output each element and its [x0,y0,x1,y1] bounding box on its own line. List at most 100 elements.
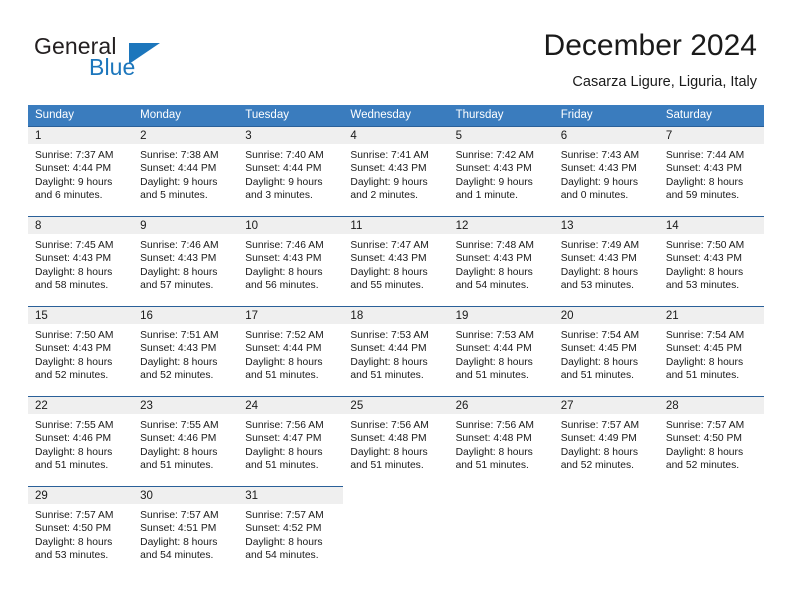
sunrise-text: Sunrise: 7:53 AM [455,330,534,341]
sunrise-text: Sunrise: 7:47 AM [350,240,429,251]
day-cell[interactable]: 7 Sunrise: 7:44 AM Sunset: 4:43 PM Daylight… [658,126,764,216]
day-number-band: 10 [238,216,344,234]
daylight-text-line1: Daylight: 8 hours [455,356,533,368]
daylight-text-line1: Daylight: 8 hours [35,266,113,278]
sunrise-text: Sunrise: 7:51 AM [140,330,219,341]
sunset-text: Sunset: 4:48 PM [455,433,532,445]
day-cell[interactable]: 30 Sunrise: 7:57 AM Sunset: 4:51 PM Dayligh… [133,486,239,576]
day-cell[interactable]: 16 Sunrise: 7:51 AM Sunset: 4:43 PM Dayligh… [133,306,239,396]
day-details: Sunrise: 7:51 AM Sunset: 4:43 PM Daylight:… [133,324,238,382]
sunrise-text: Sunrise: 7:57 AM [560,420,640,431]
daylight-text-line1: Daylight: 9 hours [35,176,113,188]
day-cell[interactable]: 8 Sunrise: 7:45 AM Sunset: 4:43 PM Daylight… [28,216,134,306]
day-details: Sunrise: 7:49 AM Sunset: 4:43 PM Daylight:… [554,234,659,292]
sunset-text: Sunset: 4:43 PM [455,253,532,265]
day-details: Sunrise: 7:57 AM Sunset: 4:51 PM Daylight:… [133,504,238,562]
day-cell[interactable]: 29 Sunrise: 7:57 AM Sunset: 4:50 PM Dayligh… [28,486,134,576]
day-number: 8 [35,220,42,232]
daylight-text-line2: and 51 minutes. [560,369,634,381]
day-cell[interactable]: 22 Sunrise: 7:55 AM Sunset: 4:46 PM Dayligh… [28,396,134,486]
daylight-text-line2: and 54 minutes. [245,549,319,561]
day-cell[interactable]: 9 Sunrise: 7:46 AM Sunset: 4:43 PM Daylight… [133,216,239,306]
day-details: Sunrise: 7:46 AM Sunset: 4:43 PM Daylight:… [133,234,238,292]
day-cell[interactable]: 1 Sunrise: 7:37 AM Sunset: 4:44 PM Daylight… [28,126,134,216]
day-details: Sunrise: 7:47 AM Sunset: 4:43 PM Daylight:… [343,234,448,292]
day-details: Sunrise: 7:53 AM Sunset: 4:44 PM Daylight:… [343,324,448,382]
day-number: 27 [560,400,574,412]
day-cell-empty [554,486,659,576]
daylight-text-line2: and 51 minutes. [35,459,109,471]
daylight-text-line1: Daylight: 8 hours [35,536,113,548]
weekday-tuesday: Tuesday [245,109,289,121]
day-number-band: 8 [28,216,134,234]
day-number: 30 [140,490,153,502]
day-details: Sunrise: 7:57 AM Sunset: 4:50 PM Daylight:… [28,504,133,562]
sunset-text: Sunset: 4:50 PM [665,433,742,445]
day-number-band: 22 [28,396,134,414]
sunset-text: Sunset: 4:43 PM [665,253,742,265]
day-details: Sunrise: 7:52 AM Sunset: 4:44 PM Daylight:… [238,324,343,382]
daylight-text-line2: and 51 minutes. [455,459,529,471]
calendar-grid: Sunday Monday Tuesday Wednesday Thursday… [28,105,764,576]
daylight-text-line1: Daylight: 8 hours [140,446,218,458]
sunrise-text: Sunrise: 7:46 AM [245,240,324,251]
day-number-band: 1 [28,126,134,144]
day-number-band: 6 [553,126,659,144]
daylight-text-line2: and 59 minutes. [665,189,740,201]
day-number-band: 7 [658,126,764,144]
day-number: 7 [665,130,673,142]
day-number-band: 21 [658,306,764,324]
day-cell[interactable]: 11 Sunrise: 7:47 AM Sunset: 4:43 PM Dayligh… [343,216,449,306]
day-cell[interactable]: 3 Sunrise: 7:40 AM Sunset: 4:44 PM Daylight… [238,126,344,216]
sunset-text: Sunset: 4:45 PM [560,343,637,355]
day-cell[interactable]: 2 Sunrise: 7:38 AM Sunset: 4:44 PM Daylight… [133,126,239,216]
day-number-band [659,486,764,504]
day-cell[interactable]: 28 Sunrise: 7:57 AM Sunset: 4:50 PM Dayligh… [658,396,764,486]
day-details: Sunrise: 7:54 AM Sunset: 4:45 PM Daylight:… [554,324,659,382]
day-number-band: 28 [658,396,764,414]
day-cell[interactable]: 18 Sunrise: 7:53 AM Sunset: 4:44 PM Dayligh… [343,306,449,396]
day-cell[interactable]: 25 Sunrise: 7:56 AM Sunset: 4:48 PM Dayligh… [343,396,449,486]
day-cell[interactable]: 13 Sunrise: 7:49 AM Sunset: 4:43 PM Dayligh… [553,216,659,306]
day-details: Sunrise: 7:56 AM Sunset: 4:47 PM Daylight:… [238,414,343,472]
sunset-text: Sunset: 4:43 PM [140,343,217,355]
day-number-band: 14 [658,216,764,234]
day-cell[interactable]: 19 Sunrise: 7:53 AM Sunset: 4:44 PM Dayligh… [448,306,554,396]
day-cell[interactable]: 14 Sunrise: 7:50 AM Sunset: 4:43 PM Dayligh… [658,216,764,306]
day-number: 16 [140,310,153,322]
day-number-band: 5 [448,126,554,144]
sunrise-text: Sunrise: 7:54 AM [665,330,745,341]
title-block: December 2024 Casarza Ligure, Liguria, I… [544,28,757,91]
day-cell[interactable]: 17 Sunrise: 7:52 AM Sunset: 4:44 PM Dayligh… [238,306,344,396]
day-cell[interactable]: 12 Sunrise: 7:48 AM Sunset: 4:43 PM Dayligh… [448,216,554,306]
weekday-monday: Monday [140,109,182,121]
sunrise-text: Sunrise: 7:50 AM [35,330,114,341]
calendar-page: General Blue December 2024 Casarza Ligur… [0,0,792,612]
daylight-text-line1: Daylight: 9 hours [560,176,638,188]
daylight-text-line1: Daylight: 8 hours [35,356,113,368]
day-cell[interactable]: 15 Sunrise: 7:50 AM Sunset: 4:43 PM Dayligh… [28,306,134,396]
day-cell[interactable]: 23 Sunrise: 7:55 AM Sunset: 4:46 PM Dayligh… [133,396,239,486]
day-cell[interactable]: 26 Sunrise: 7:56 AM Sunset: 4:48 PM Dayligh… [448,396,554,486]
day-cell[interactable]: 31 Sunrise: 7:57 AM Sunset: 4:52 PM Dayligh… [238,486,344,576]
sunrise-text: Sunrise: 7:57 AM [140,510,219,521]
day-cell[interactable]: 6 Sunrise: 7:43 AM Sunset: 4:43 PM Daylight… [553,126,659,216]
day-cell[interactable]: 10 Sunrise: 7:46 AM Sunset: 4:43 PM Dayligh… [238,216,344,306]
day-number: 2 [140,130,147,142]
day-details: Sunrise: 7:37 AM Sunset: 4:44 PM Daylight:… [28,144,133,202]
calendar-weeks: 1 Sunrise: 7:37 AM Sunset: 4:44 PM Daylight… [28,126,764,576]
day-cell[interactable]: 4 Sunrise: 7:41 AM Sunset: 4:43 PM Daylight… [343,126,449,216]
day-number-band: 18 [343,306,449,324]
daylight-text-line2: and 51 minutes. [665,369,740,381]
day-cell[interactable]: 21 Sunrise: 7:54 AM Sunset: 4:45 PM Dayligh… [658,306,764,396]
daylight-text-line1: Daylight: 8 hours [140,356,218,368]
day-cell[interactable]: 24 Sunrise: 7:56 AM Sunset: 4:47 PM Dayligh… [238,396,344,486]
daylight-text-line1: Daylight: 8 hours [455,446,533,458]
sunset-text: Sunset: 4:44 PM [455,343,532,355]
day-cell[interactable]: 20 Sunrise: 7:54 AM Sunset: 4:45 PM Dayligh… [553,306,659,396]
day-number: 10 [245,220,259,232]
day-number-band: 25 [343,396,449,414]
week-row: 29 Sunrise: 7:57 AM Sunset: 4:50 PM Dayligh… [28,486,764,576]
day-cell[interactable]: 27 Sunrise: 7:57 AM Sunset: 4:49 PM Dayligh… [553,396,659,486]
day-cell[interactable]: 5 Sunrise: 7:42 AM Sunset: 4:43 PM Daylight… [448,126,554,216]
